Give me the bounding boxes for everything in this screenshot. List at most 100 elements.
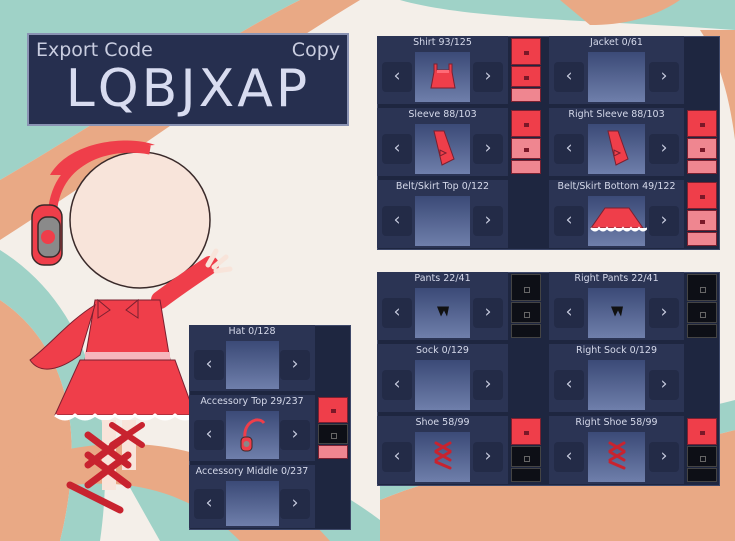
slot-right-sock: Right Sock 0/129 ‹ › [549,344,720,414]
item-preview[interactable] [588,360,645,410]
right-arrow-icon[interactable]: › [649,298,679,328]
right-arrow-icon[interactable]: › [280,350,310,380]
color-swatch-dark[interactable] [687,446,717,467]
slot-shoe: Shoe 58/99 ‹ › [377,416,544,486]
right-arrow-icon[interactable]: › [280,488,310,519]
color-swatch-red[interactable] [511,38,541,65]
color-swatch-red[interactable] [687,182,717,209]
right-arrow-icon[interactable]: › [280,420,310,450]
item-preview[interactable] [588,124,645,174]
color-swatch-dark[interactable] [511,446,541,467]
right-arrow-icon[interactable]: › [473,206,503,236]
item-preview[interactable] [415,360,470,410]
right-arrow-icon[interactable]: › [649,370,679,400]
left-arrow-icon[interactable]: ‹ [554,442,584,472]
slot-right-pants: Right Pants 22/41 ‹ › [549,272,720,342]
pants-icon [609,304,625,323]
slot-title: Belt/Skirt Bottom 49/122 [549,180,684,194]
right-arrow-icon[interactable]: › [473,442,503,472]
left-arrow-icon[interactable]: ‹ [554,62,584,92]
left-arrow-icon[interactable]: ‹ [382,442,412,472]
color-swatch-dark[interactable] [318,424,348,444]
slot-title: Accessory Top 29/237 [189,395,315,409]
color-swatch-dark[interactable] [687,324,717,338]
slot-title: Sleeve 88/103 [377,108,508,122]
item-preview[interactable] [226,341,279,389]
left-arrow-icon[interactable]: ‹ [382,370,412,400]
color-swatch-dark[interactable] [511,274,541,301]
color-swatch-pink[interactable] [511,160,541,174]
shirt-icon [426,58,460,96]
left-arrow-icon[interactable]: ‹ [554,206,584,236]
left-arrow-icon[interactable]: ‹ [194,350,224,380]
right-arrow-icon[interactable]: › [649,134,679,164]
color-swatch-pink[interactable] [511,138,541,159]
slot-accessory-middle: Accessory Middle 0/237 ‹ › [189,465,351,530]
left-arrow-icon[interactable]: ‹ [194,488,224,519]
export-code-box: Export Code Copy LQBJXAP [27,33,349,126]
item-preview[interactable] [226,411,279,459]
left-arrow-icon[interactable]: ‹ [382,298,412,328]
item-preview[interactable] [588,432,645,482]
item-preview[interactable] [415,288,470,338]
color-swatch-dark[interactable] [687,274,717,301]
color-swatch-red[interactable] [511,66,541,87]
color-swatch-dark[interactable] [511,302,541,323]
left-arrow-icon[interactable]: ‹ [554,298,584,328]
right-arrow-icon[interactable]: › [473,62,503,92]
color-swatch-pink[interactable] [687,138,717,159]
item-preview[interactable] [588,196,648,246]
item-preview[interactable] [588,52,645,102]
slot-hat: Hat 0/128 ‹ › [189,325,351,393]
color-swatch-dark[interactable] [511,468,541,482]
right-arrow-icon[interactable]: › [649,206,679,236]
left-arrow-icon[interactable]: ‹ [382,62,412,92]
slot-accessory-top: Accessory Top 29/237 ‹ › [189,395,351,463]
color-swatch-red[interactable] [511,110,541,137]
color-swatch-dark[interactable] [687,468,717,482]
item-preview[interactable] [588,288,645,338]
color-swatch-pink[interactable] [511,88,541,102]
slot-title: Shirt 93/125 [377,36,508,50]
color-swatch-red[interactable] [687,418,717,445]
slot-right-sleeve: Right Sleeve 88/103 ‹ › [549,108,720,178]
color-swatch-red[interactable] [511,418,541,445]
left-arrow-icon[interactable]: ‹ [194,420,224,450]
color-swatch-pink[interactable] [687,232,717,246]
pants-icon [435,304,451,323]
copy-button[interactable]: Copy [292,39,340,61]
shoe-icon [607,440,627,474]
color-swatch-pink[interactable] [318,445,348,459]
slot-title: Belt/Skirt Top 0/122 [377,180,508,194]
left-arrow-icon[interactable]: ‹ [554,134,584,164]
color-swatch-red[interactable] [318,397,348,423]
right-arrow-icon[interactable]: › [473,298,503,328]
item-preview[interactable] [415,196,470,246]
color-swatches [511,110,541,175]
color-swatch-dark[interactable] [687,302,717,323]
slot-sock: Sock 0/129 ‹ › [377,344,544,414]
color-swatch-pink[interactable] [687,210,717,231]
left-arrow-icon[interactable]: ‹ [382,134,412,164]
color-swatches [511,274,541,339]
color-swatch-dark[interactable] [511,324,541,338]
headphones-icon [238,413,268,457]
sleeve-icon [428,127,458,171]
color-swatches [687,182,717,247]
item-preview[interactable] [226,481,279,526]
slot-title: Hat 0/128 [189,325,315,339]
left-arrow-icon[interactable]: ‹ [554,370,584,400]
item-preview[interactable] [415,52,470,102]
right-arrow-icon[interactable]: › [473,134,503,164]
left-arrow-icon[interactable]: ‹ [382,206,412,236]
slot-sleeve: Sleeve 88/103 ‹ › [377,108,544,178]
color-swatches [687,274,717,339]
color-swatch-pink[interactable] [687,160,717,174]
right-arrow-icon[interactable]: › [649,442,679,472]
right-arrow-icon[interactable]: › [649,62,679,92]
color-swatch-red[interactable] [687,110,717,137]
item-preview[interactable] [415,124,470,174]
slot-title: Right Sleeve 88/103 [549,108,684,122]
item-preview[interactable] [415,432,470,482]
right-arrow-icon[interactable]: › [473,370,503,400]
